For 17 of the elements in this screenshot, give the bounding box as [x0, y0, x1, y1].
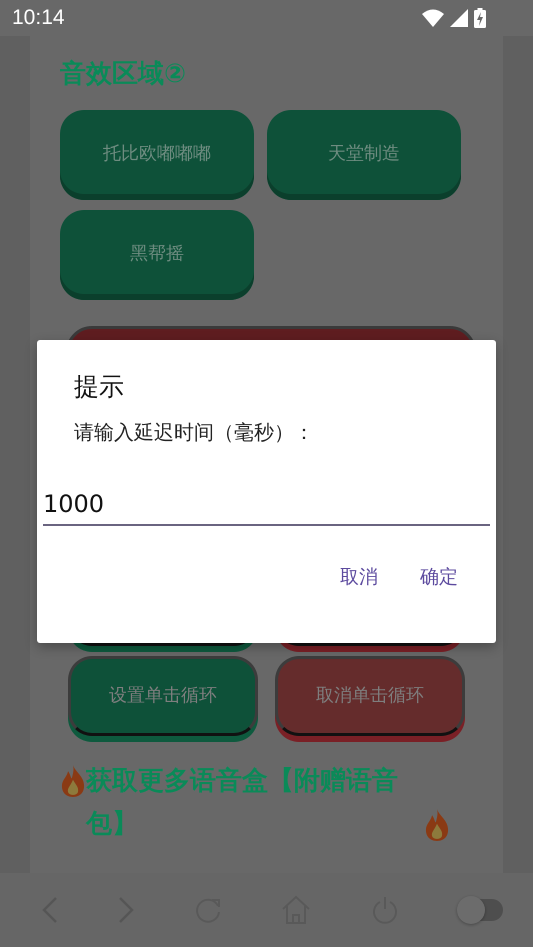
battery-icon: [474, 8, 486, 28]
toggle-switch[interactable]: [458, 899, 503, 921]
status-time: 10:14: [12, 6, 65, 30]
fire-icon: [60, 765, 86, 797]
dialog-title: 提示: [74, 371, 125, 403]
dialog-button[interactable]: 确定: [406, 556, 472, 598]
sound-button[interactable]: 黑帮摇: [60, 210, 254, 300]
sound-button[interactable]: 托比欧嘟嘟嘟: [60, 110, 254, 200]
dialog-message: 请输入延迟时间（毫秒）：: [74, 419, 315, 446]
input-field[interactable]: 1000: [43, 486, 490, 526]
wifi-icon: [422, 9, 444, 27]
sound-button[interactable]: 天堂制造: [267, 110, 461, 200]
fire-icon: [424, 809, 450, 841]
section-title: 音效区域②: [60, 58, 188, 91]
dialog-button[interactable]: 取消: [326, 556, 392, 598]
promo-heading: 获取更多语音盒【附赠语音包】: [86, 765, 399, 841]
signal-icon: [450, 9, 468, 27]
